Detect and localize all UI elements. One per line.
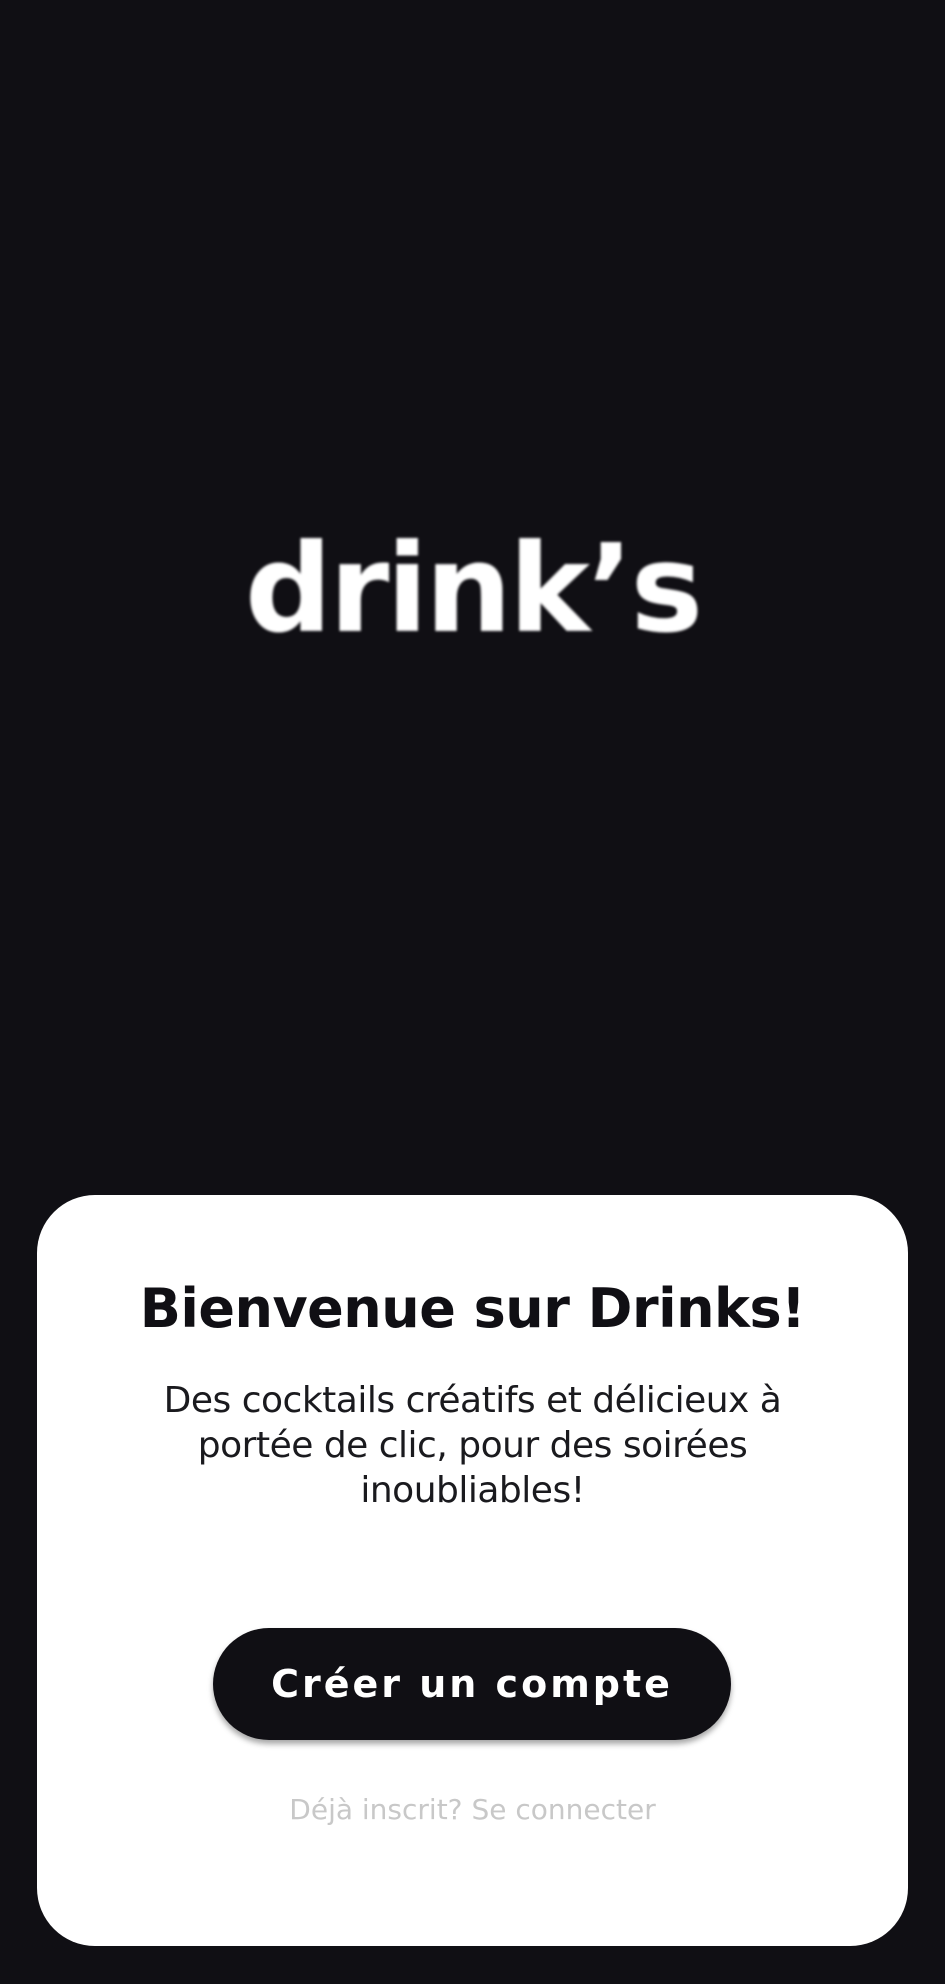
- app-logo: drink’s: [244, 518, 703, 660]
- welcome-screen: drink’s Bienvenue sur Drinks! Des cockta…: [0, 0, 945, 1984]
- welcome-title: Bienvenue sur Drinks!: [139, 1277, 806, 1340]
- create-account-button[interactable]: Créer un compte: [213, 1628, 731, 1740]
- welcome-card: Bienvenue sur Drinks! Des cocktails créa…: [37, 1195, 908, 1946]
- login-link[interactable]: Déjà inscrit? Se connecter: [37, 1793, 908, 1826]
- welcome-subtitle: Des cocktails créatifs et délicieux à po…: [163, 1380, 782, 1511]
